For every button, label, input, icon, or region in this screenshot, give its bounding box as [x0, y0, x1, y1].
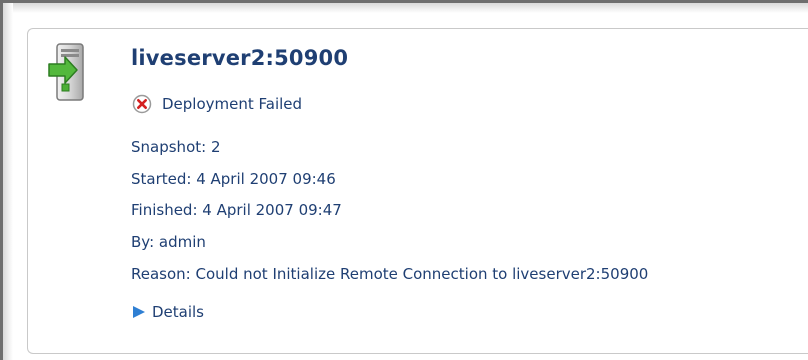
- server-deploy-icon: [48, 43, 84, 101]
- expand-arrow-icon: [133, 306, 145, 318]
- snapshot-field: Snapshot: 2: [131, 138, 221, 156]
- reason-field: Reason: Could not Initialize Remote Conn…: [131, 265, 649, 283]
- deployment-status: Deployment Failed: [162, 95, 303, 113]
- details-toggle[interactable]: Details: [132, 301, 204, 323]
- by-field: By: admin: [131, 233, 206, 251]
- server-title: liveserver2:50900: [131, 46, 349, 70]
- started-field: Started: 4 April 2007 09:46: [131, 170, 336, 188]
- details-label: Details: [152, 303, 205, 321]
- error-circle-icon: [132, 94, 152, 114]
- finished-field: Finished: 4 April 2007 09:47: [131, 201, 342, 219]
